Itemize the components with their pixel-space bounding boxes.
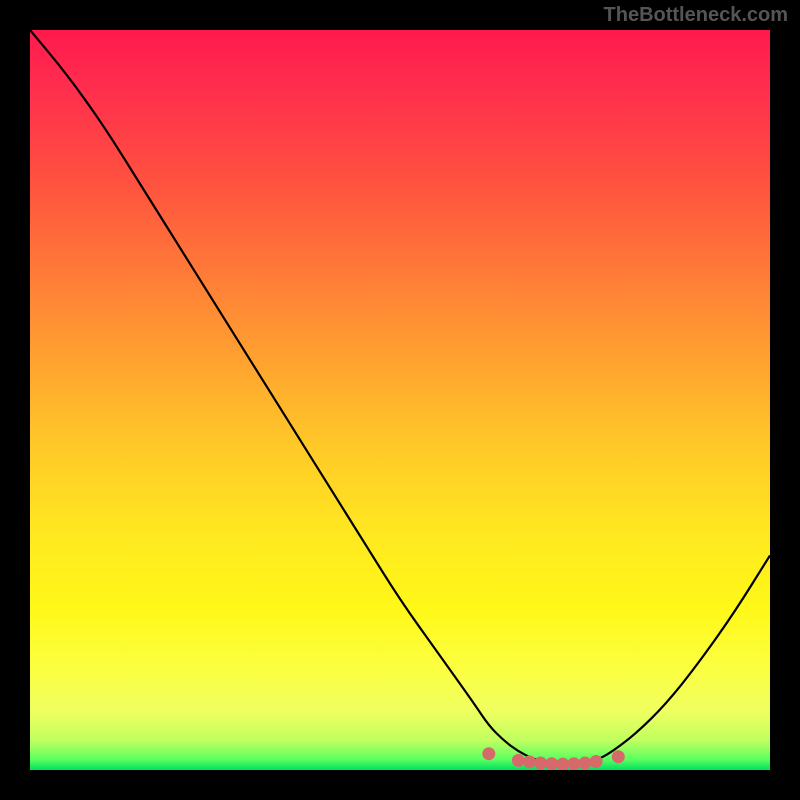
marker-dot [512,754,525,767]
marker-dot [590,755,603,768]
marker-dot [567,757,580,770]
marker-dot [523,755,536,768]
marker-dot [545,757,558,770]
marker-dot [556,758,569,770]
chart-svg [30,30,770,770]
chart-area [30,30,770,770]
marker-dot [579,757,592,770]
optimal-range-markers [482,747,625,770]
bottleneck-curve [30,30,770,764]
marker-dot [534,757,547,770]
marker-dot [612,750,625,763]
marker-dot [482,747,495,760]
watermark-text: TheBottleneck.com [604,4,788,27]
